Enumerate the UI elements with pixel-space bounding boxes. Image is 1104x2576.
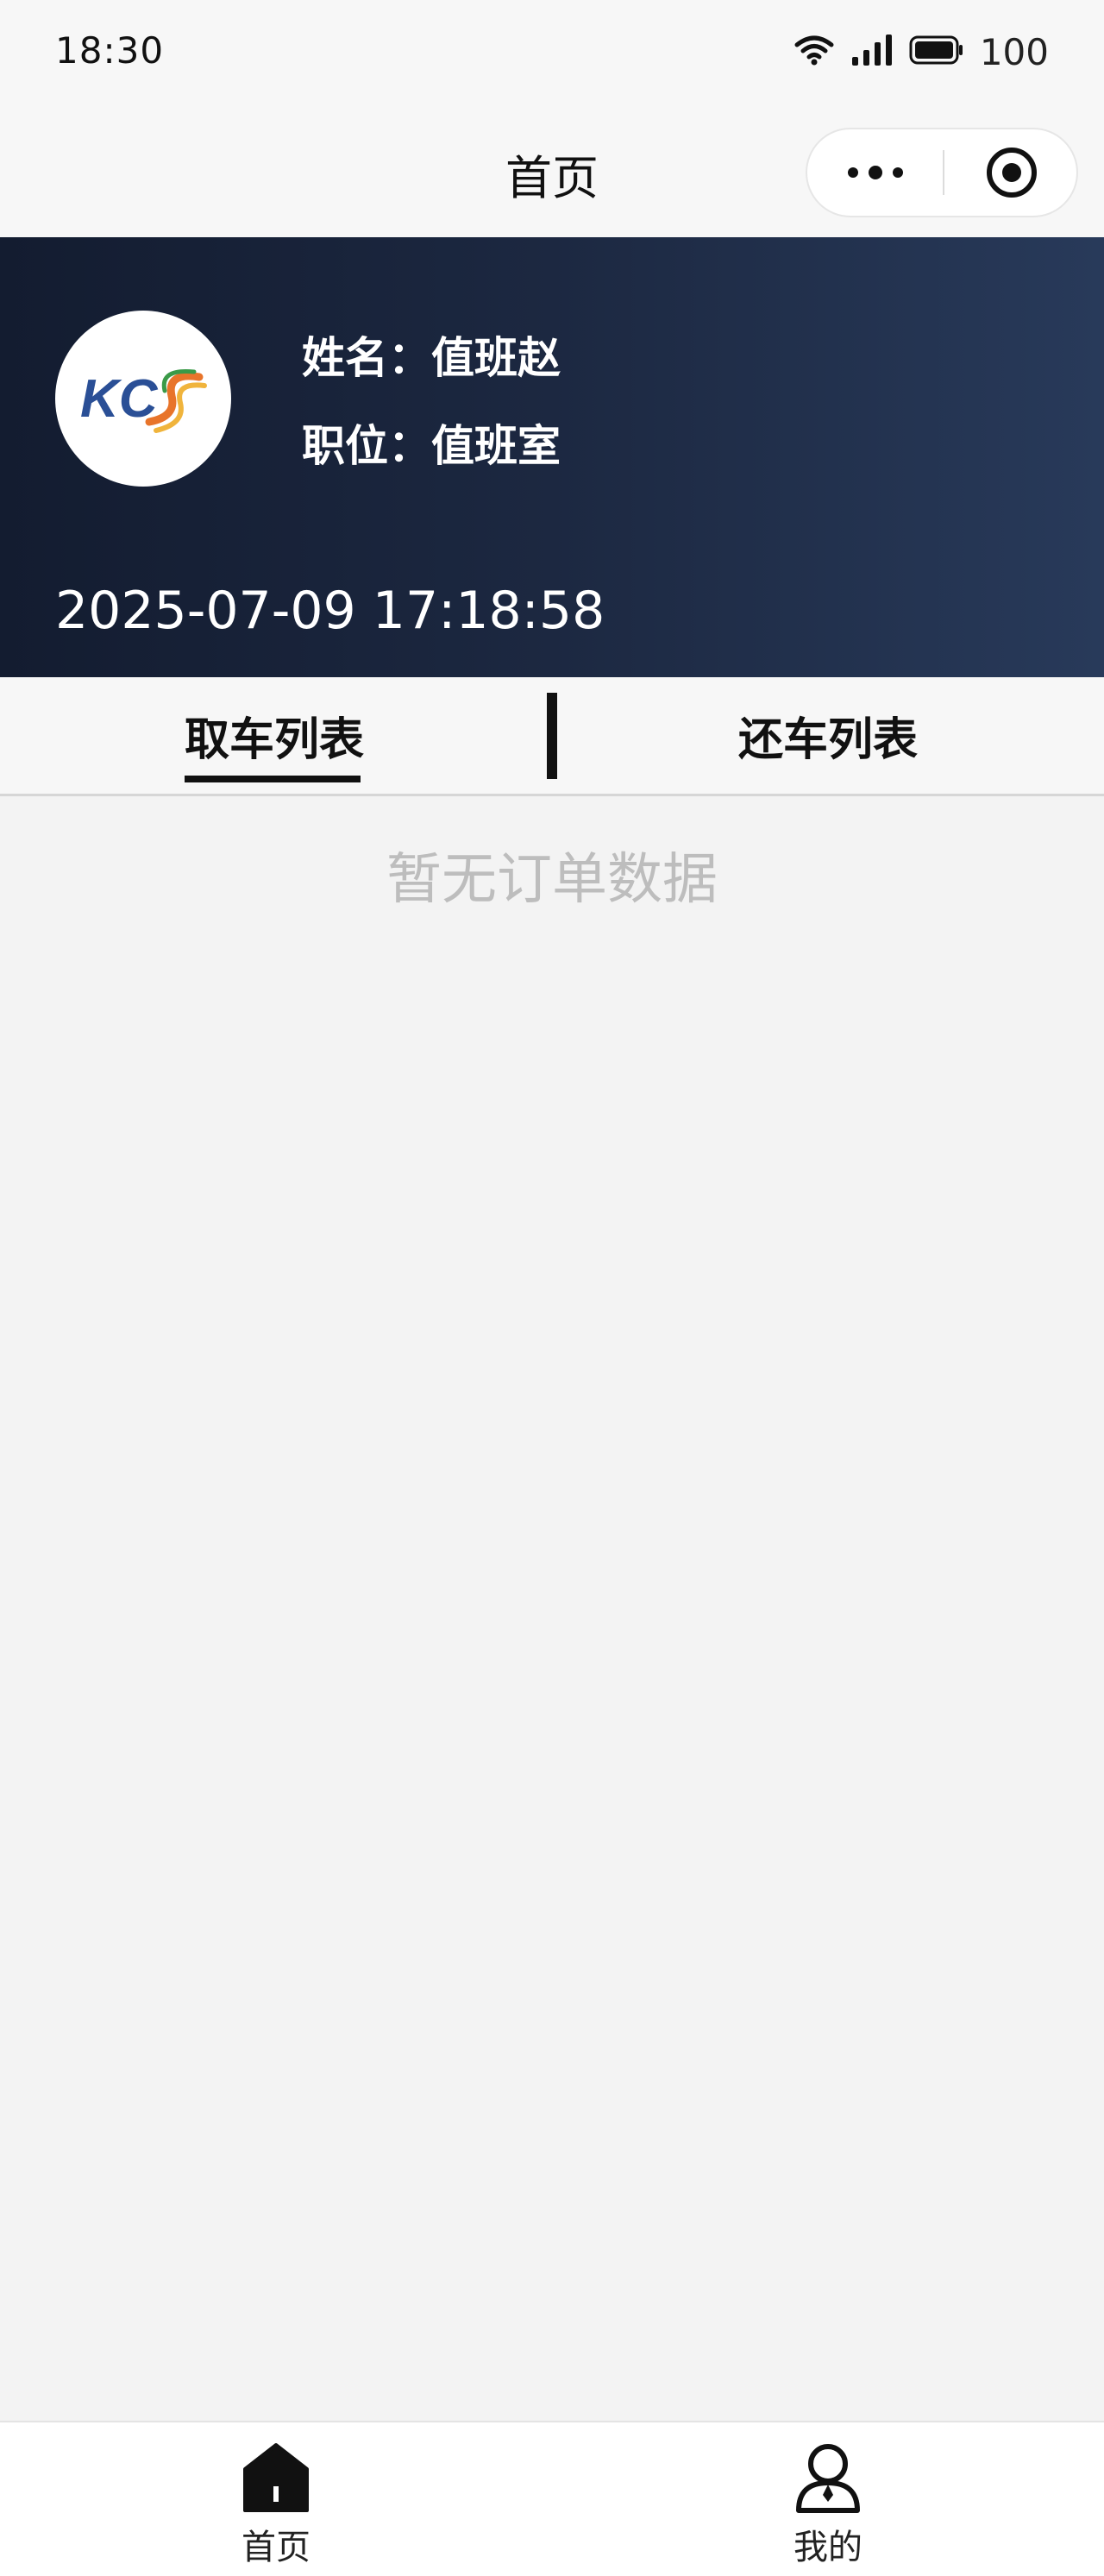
navigation-bar: 首页 <box>0 104 1104 237</box>
empty-state-text: 暂无订单数据 <box>386 848 718 912</box>
close-button[interactable] <box>944 129 1078 216</box>
bottom-tab-home[interactable]: 首页 <box>0 2422 552 2576</box>
battery-icon <box>909 35 964 69</box>
order-tabs: 取车列表 还车列表 <box>0 677 1104 796</box>
mini-program-capsule <box>806 128 1078 217</box>
status-bar: 18:30 100 <box>0 0 1104 104</box>
profile-position: 职位：值班室 <box>302 421 561 471</box>
more-dots-icon <box>847 166 903 179</box>
bottom-tab-mine-label: 我的 <box>794 2528 862 2567</box>
bottom-tab-mine[interactable]: 我的 <box>552 2422 1104 2576</box>
status-indicators: 100 <box>794 29 1049 74</box>
profile-banner: KC 姓名：值班赵 职位：值班室 2025-07-09 17:18:58 <box>0 237 1104 677</box>
tab-return-list[interactable]: 还车列表 <box>552 677 1104 794</box>
wifi-icon <box>794 33 835 71</box>
battery-level: 100 <box>979 30 1049 73</box>
profile-name: 姓名：值班赵 <box>302 333 561 383</box>
app-page: 18:30 100 首页 KC 姓名：值班赵 职位：值班室 2025-07-09… <box>0 0 1104 2576</box>
more-button[interactable] <box>807 129 943 216</box>
target-close-icon <box>986 148 1037 198</box>
bottom-tab-bar: 首页 我的 <box>0 2421 1104 2576</box>
kcs-logo: KC <box>80 368 207 433</box>
avatar: KC <box>55 311 231 487</box>
status-time: 18:30 <box>55 29 165 72</box>
bottom-tab-home-label: 首页 <box>242 2528 310 2567</box>
active-tab-indicator <box>185 776 361 782</box>
current-datetime: 2025-07-09 17:18:58 <box>55 581 605 641</box>
user-icon <box>796 2444 860 2513</box>
signal-icon <box>850 33 894 71</box>
home-icon <box>243 2443 309 2512</box>
